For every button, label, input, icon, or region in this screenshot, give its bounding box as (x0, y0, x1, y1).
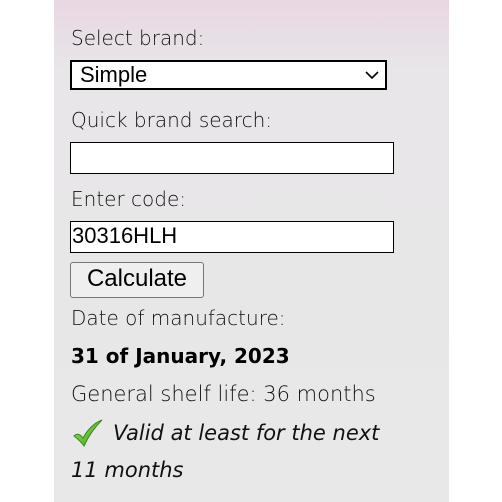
code-input[interactable]: 30316HLH (70, 221, 394, 253)
validity-text-line2: 11 months (71, 458, 184, 482)
code-checker-panel: Select brand: Simple Quick brand search:… (54, 0, 449, 502)
manufacture-date-value: 31 of January, 2023 (71, 344, 290, 368)
shelf-life-text: General shelf life: 36 months (71, 382, 376, 406)
validity-text-line1: Valid at least for the next (113, 421, 380, 445)
brand-select[interactable]: Simple (70, 60, 387, 90)
quick-search-input[interactable] (70, 142, 394, 174)
brand-select-value: Simple (80, 62, 148, 87)
chevron-down-icon (365, 71, 379, 80)
check-mark-icon (73, 419, 103, 447)
calculate-button[interactable]: Calculate (70, 262, 204, 298)
manufacture-date-label: Date of manufacture: (71, 306, 286, 330)
brand-select-label: Select brand: (71, 26, 205, 50)
code-label: Enter code: (71, 187, 187, 211)
quick-search-label: Quick brand search: (71, 108, 272, 132)
